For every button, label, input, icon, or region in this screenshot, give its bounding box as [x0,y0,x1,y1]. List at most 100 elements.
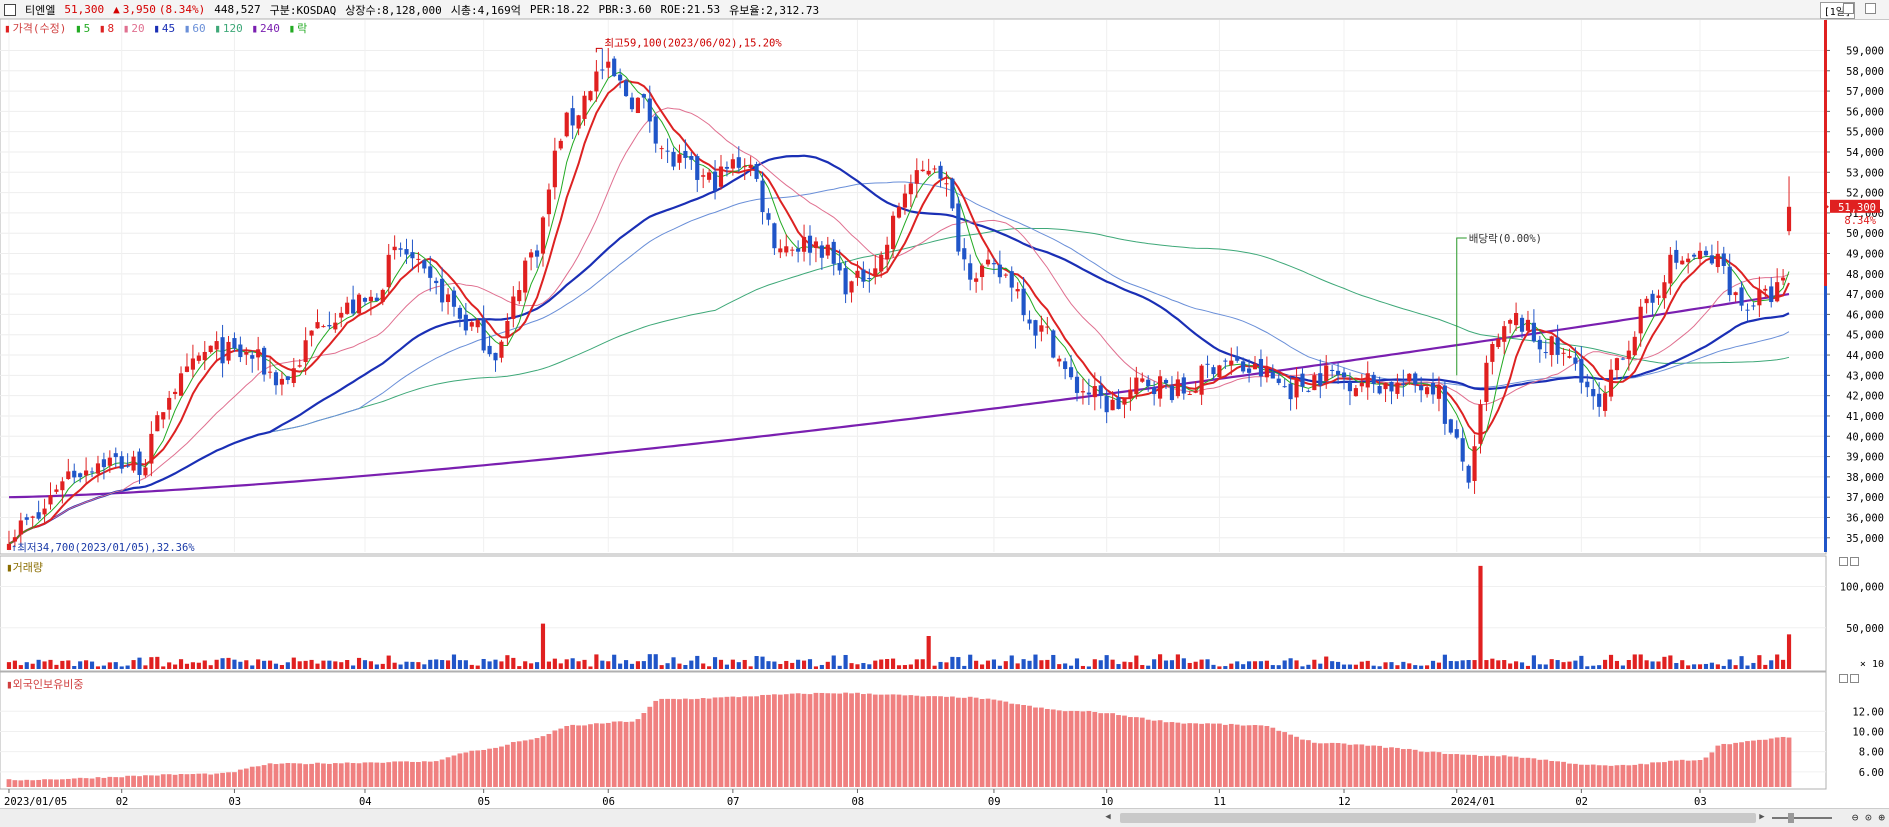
ma60-marker: ▮ [183,22,191,35]
candle-body [1786,206,1792,232]
pane-min-icon[interactable] [1839,557,1848,566]
candle-body [807,235,813,253]
foreign-bar [1044,708,1050,787]
foreign-bar [1092,711,1098,787]
volume-bar [505,655,510,669]
foreign-bar [1371,745,1377,787]
candle-body [1597,393,1602,407]
foreign-bar [178,773,184,787]
zoom-slider[interactable] [1772,817,1832,819]
foreign-bar [961,697,967,787]
price-legend-label[interactable]: 가격(수정) [13,22,67,35]
ma240-label[interactable]: 240 [260,22,280,35]
foreign-bar [688,699,694,787]
pane-close-icon[interactable] [1850,557,1859,566]
volume-bar [748,666,753,669]
price-chart[interactable]: 35,000 36,000 37,000 38,000 39,000 40,000 41,0… [0,0,1889,808]
volume-bar [297,661,302,669]
ma8-label[interactable]: 8 [107,22,114,35]
volume-bar [107,662,112,669]
date-label: 06 [602,796,615,808]
zoom-knob[interactable] [1788,813,1794,823]
foreign-bar [1602,765,1608,787]
price-tick-label: 49,000 [1846,249,1884,261]
foreign-bar [30,780,36,787]
ma20-label[interactable]: 20 [131,22,144,35]
foreign-bar [297,763,303,787]
ma120-label[interactable]: 120 [223,22,243,35]
ma5-label[interactable]: 5 [84,22,91,35]
foreign-bar [1525,757,1531,787]
volume-bar [558,663,563,669]
foreign-bar [955,697,961,787]
pane-min-icon[interactable] [1839,674,1848,683]
volume-bar [612,654,617,669]
volume-bar [1727,659,1732,669]
candle-body [1205,363,1210,365]
volume-bar [1276,665,1281,669]
ma60-label[interactable]: 60 [192,22,205,35]
ma45-label[interactable]: 45 [162,22,175,35]
volume-bar [600,660,605,669]
volume-bar [113,662,118,669]
volume-pane [0,555,1827,672]
volume-bar [594,654,599,669]
candle-body [950,178,955,209]
volume-bar [202,660,207,669]
volume-bar [12,660,17,669]
foreign-bar [813,692,819,787]
candle-body [1324,365,1329,382]
foreign-bar [789,693,795,787]
foreign-bar [564,726,570,787]
foreign-bar [1062,711,1068,787]
volume-bar [647,654,652,669]
candle-body [600,69,605,71]
foreign-bar [1193,723,1199,787]
foreign-bar [653,700,659,787]
foreign-bar [77,777,83,787]
volume-bar [1436,662,1442,669]
foreign-bar [1133,717,1139,787]
foreign-pane-label[interactable]: ▮외국인보유비중 [6,676,83,692]
candle-body [659,148,664,150]
candle-body [1395,382,1400,394]
scroll-thumb[interactable] [1120,813,1756,823]
pane-close-icon[interactable] [1850,674,1859,683]
candle-body [695,156,700,180]
zoom-in-icon[interactable]: ⊕ [1878,811,1885,824]
ex-label[interactable]: 락 [297,22,307,35]
scroll-right-icon[interactable]: ▶ [1757,812,1767,824]
date-label: 2024/01 [1451,796,1495,808]
foreign-bar [914,695,920,787]
volume-bar [1579,655,1584,669]
foreign-bar [926,696,932,787]
candle-body [819,245,824,258]
volume-bar [404,661,409,669]
volume-bar [1235,661,1240,669]
candle-body [1478,404,1483,444]
candle-body [831,241,836,264]
volume-bar [861,663,866,669]
candle-body [416,258,421,260]
zoom-reset-icon[interactable]: ⊙ [1865,811,1872,824]
foreign-bar [83,778,89,787]
candle-body [291,368,296,383]
volume-bar [1460,660,1465,669]
volume-pane-label[interactable]: ▮거래량 [6,559,43,575]
candle-body [1187,393,1192,395]
candle-body [333,322,338,330]
foreign-bar [1519,757,1525,787]
horizontal-scrollbar[interactable]: ◀ ▶ ⊖ ⊙ ⊕ [0,808,1889,827]
scroll-left-icon[interactable]: ◀ [1103,812,1113,824]
volume-bar [1128,662,1133,669]
volume-bar [831,655,836,669]
volume-bar [736,662,741,669]
candle-body [1074,376,1080,393]
candle-body [1009,271,1014,288]
volume-bar [695,655,700,669]
candle-body [1300,373,1305,387]
zoom-out-icon[interactable]: ⊖ [1852,811,1859,824]
candle-body [457,307,462,319]
foreign-bar [463,752,469,787]
volume-bar [428,659,433,669]
